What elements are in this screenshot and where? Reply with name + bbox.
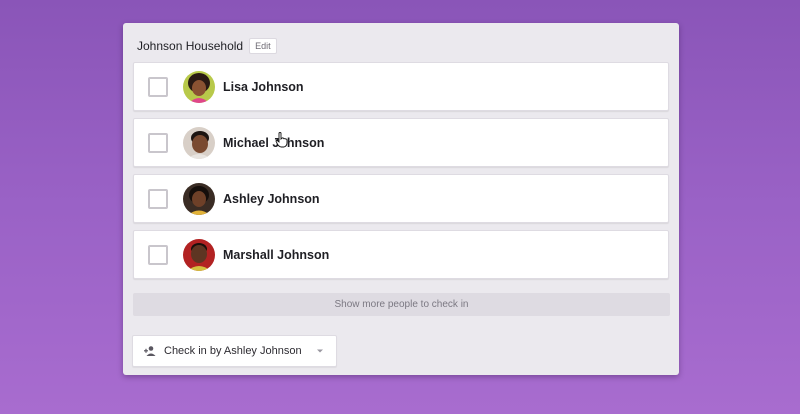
person-row-marshall[interactable]: Marshall Johnson <box>133 230 669 279</box>
household-title: Johnson Household <box>137 39 244 53</box>
show-more-button[interactable]: Show more people to check in <box>133 293 670 316</box>
person-name: Marshall Johnson <box>223 247 330 262</box>
avatar <box>183 182 215 215</box>
checkin-by-label: Check in by Ashley Johnson <box>164 345 302 357</box>
person-row-michael[interactable]: Michael Johnson <box>133 118 669 167</box>
person-name: Lisa Johnson <box>223 79 304 94</box>
household-header: Johnson Household Edit <box>137 37 277 55</box>
person-row-ashley[interactable]: Ashley Johnson <box>133 174 669 223</box>
hand-cursor-icon <box>275 132 288 148</box>
person-name: Ashley Johnson <box>223 191 320 206</box>
avatar-marshall-icon <box>183 238 215 271</box>
avatar <box>183 238 215 271</box>
avatar <box>183 126 215 159</box>
person-add-icon <box>144 346 156 356</box>
checkbox[interactable] <box>148 132 168 153</box>
person-name: Michael Johnson <box>223 135 325 150</box>
person-row-lisa[interactable]: Lisa Johnson <box>133 62 669 111</box>
checkbox[interactable] <box>148 76 168 97</box>
avatar-ashley-icon <box>183 182 215 215</box>
household-card: Johnson Household Edit Lisa Johnson Mich… <box>123 23 679 375</box>
checkbox[interactable] <box>148 188 168 209</box>
people-list: Lisa Johnson Michael Johnson Ashley John… <box>133 62 669 286</box>
avatar-lisa-icon <box>183 70 215 103</box>
edit-button[interactable]: Edit <box>249 38 277 54</box>
checkbox[interactable] <box>148 244 168 265</box>
avatar-michael-icon <box>183 126 215 159</box>
chevron-down-icon <box>317 349 323 353</box>
checkin-by-select[interactable]: Check in by Ashley Johnson <box>132 335 337 367</box>
avatar <box>183 70 215 103</box>
